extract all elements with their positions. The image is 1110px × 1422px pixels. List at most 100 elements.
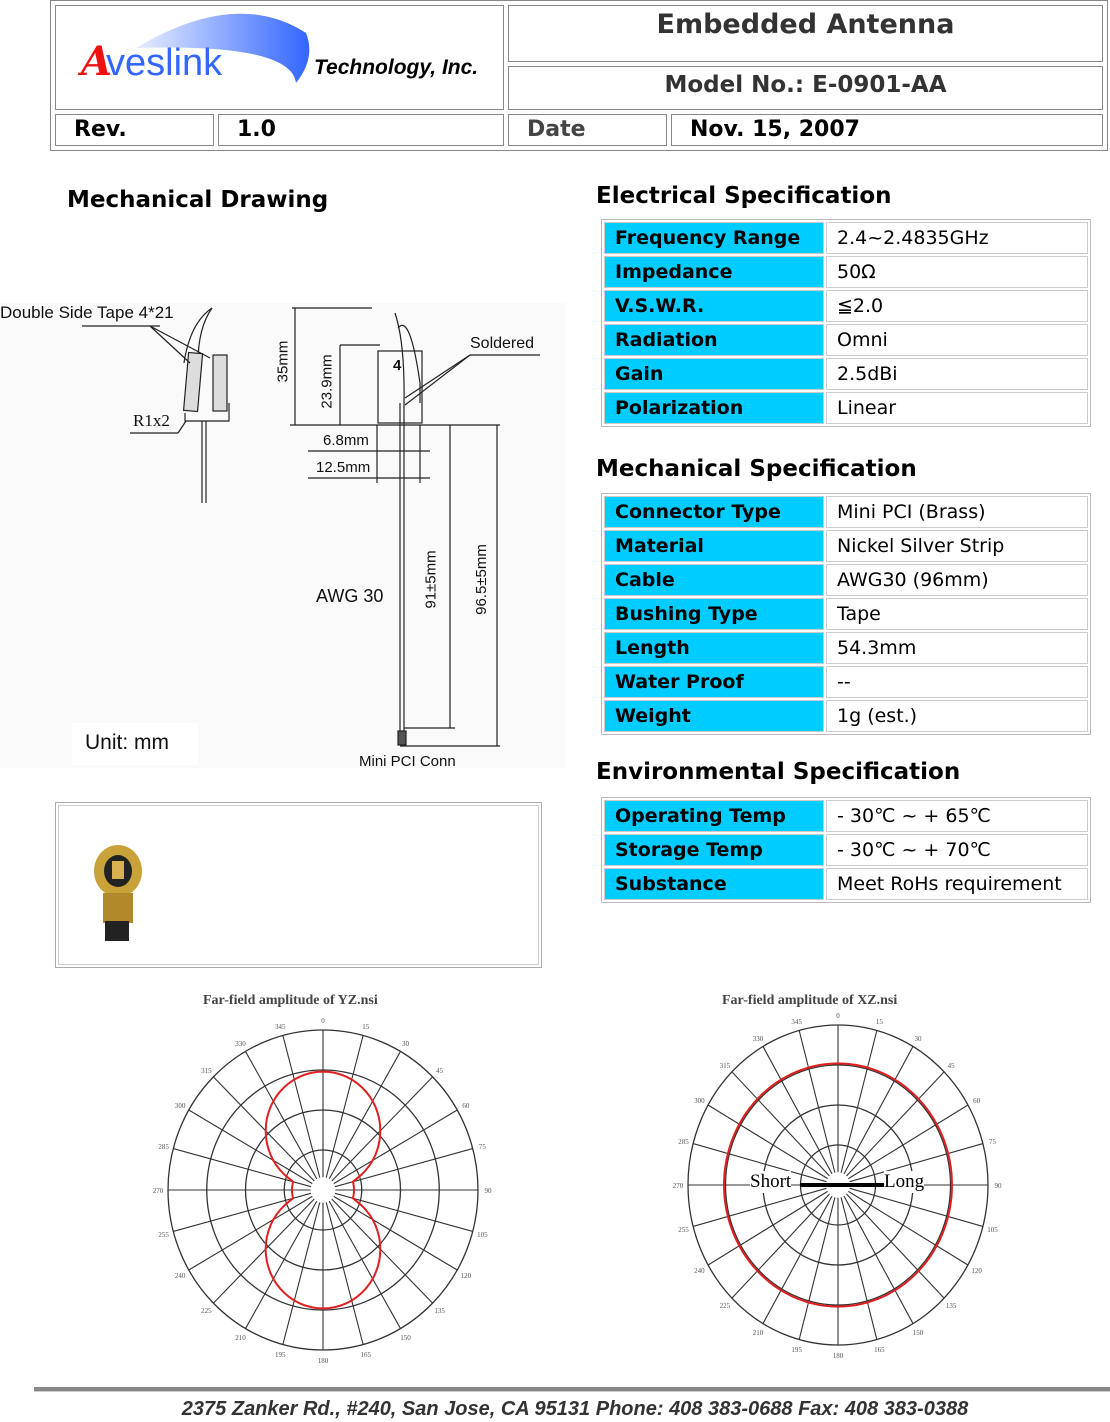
angle-tick-label: 150 (400, 1334, 411, 1342)
footer-address: 2375 Zanker Rd., #240, San Jose, CA 9513… (181, 1398, 969, 1420)
dim-6-8mm: 6.8mm (323, 432, 369, 449)
polar-spoke (188, 1195, 313, 1271)
spec-key: Bushing Type (604, 598, 824, 630)
angle-tick-label: 225 (720, 1302, 731, 1310)
angle-tick-label: 150 (913, 1329, 924, 1337)
spec-value: Meet RoHs requirement (826, 868, 1088, 900)
angle-tick-label: 345 (275, 1023, 286, 1031)
angle-tick-label: 105 (987, 1226, 998, 1234)
label-radius: R1x2 (133, 411, 170, 430)
header-block: A veslink Technology, Inc. Embedded Ante… (50, 0, 1108, 151)
spec-key: Storage Temp (604, 834, 824, 866)
connector-photo (94, 845, 142, 941)
angle-tick-label: 285 (678, 1138, 689, 1146)
spec-value: Linear (826, 392, 1088, 424)
spec-key: Radiation (604, 324, 824, 356)
dim-4: 4 (393, 357, 402, 374)
spec-value: Mini PCI (Brass) (826, 496, 1088, 528)
angle-tick-label: 240 (694, 1267, 705, 1275)
angle-tick-label: 15 (362, 1023, 370, 1031)
angle-tick-label: 90 (995, 1182, 1003, 1190)
logo-cell: A veslink Technology, Inc. (55, 5, 504, 110)
spec-row: Substance Meet RoHs requirement (604, 868, 1088, 900)
angle-tick-label: 45 (948, 1062, 956, 1070)
polar-spoke (328, 1200, 401, 1329)
company-name: Technology, Inc. (314, 56, 479, 79)
angle-tick-label: 255 (158, 1231, 169, 1239)
angle-tick-label: 255 (678, 1226, 689, 1234)
angle-tick-label: 165 (360, 1351, 371, 1359)
dim-12-5mm: 12.5mm (316, 459, 371, 476)
yz-radiation-pattern: 0 15 30 45 60 75 90 105 120 135 150 165 180 195 210 225… (153, 1017, 493, 1365)
angle-tick-label: 180 (833, 1352, 844, 1360)
spec-row: Connector Type Mini PCI (Brass) (604, 496, 1088, 528)
angle-tick-label: 180 (318, 1357, 329, 1365)
polar-spoke (331, 1198, 433, 1304)
connector-photo-box (55, 802, 542, 968)
label-awg30: AWG 30 (316, 586, 384, 606)
angle-tick-label: 165 (874, 1346, 885, 1354)
angle-tick-label: 315 (720, 1062, 731, 1070)
polar-spoke (731, 1193, 830, 1299)
spec-value: 1g (est.) (826, 700, 1088, 732)
angle-tick-label: 135 (946, 1302, 957, 1310)
spec-key: Length (604, 632, 824, 664)
angle-tick-label: 120 (461, 1272, 472, 1280)
angle-tick-label: 195 (791, 1346, 802, 1354)
environmental-spec-table: Operating Temp - 30℃ ~ + 65℃ Storage Temp -… (601, 797, 1091, 903)
unit-label: Unit: mm (85, 731, 169, 754)
polar-spoke (245, 1051, 318, 1180)
spec-value: AWG30 (96mm) (826, 564, 1088, 596)
polar-spoke (245, 1200, 318, 1329)
spec-row: Storage Temp - 30℃ ~ + 70℃ (604, 834, 1088, 866)
spec-value: Omni (826, 324, 1088, 356)
angle-tick-label: 45 (436, 1067, 444, 1075)
spec-value: - 30℃ ~ + 65℃ (826, 800, 1088, 832)
mechanical-drawing: Double Side Tape 4*21 R1x2 35mm 23.9mm 4… (0, 303, 565, 770)
spec-key: Impedance (604, 256, 824, 288)
angle-tick-label: 60 (462, 1102, 470, 1110)
spec-value: Tape (826, 598, 1088, 630)
angle-tick-label: 15 (876, 1018, 884, 1026)
spec-row: Polarization Linear (604, 392, 1088, 424)
angle-tick-label: 75 (479, 1143, 487, 1151)
angle-tick-label: 120 (971, 1267, 982, 1275)
environmental-spec-title: Environmental Specification (596, 759, 961, 785)
spec-value: 50Ω (826, 256, 1088, 288)
long-label: Long (884, 1171, 925, 1193)
spec-row: Gain 2.5dBi (604, 358, 1088, 390)
short-label: Short (750, 1171, 792, 1193)
spec-key: Weight (604, 700, 824, 732)
polar-spoke (846, 1193, 945, 1299)
dim-96-5mm: 96.5±5mm (472, 544, 490, 615)
mechanical-spec-title: Mechanical Specification (596, 456, 917, 482)
spec-row: Operating Temp - 30℃ ~ + 65℃ (604, 800, 1088, 832)
polar-spoke (333, 1195, 458, 1271)
spec-value: -- (826, 666, 1088, 698)
angle-tick-label: 300 (694, 1097, 705, 1105)
model-number: Model No.: E-0901-AA (508, 66, 1103, 110)
angle-tick-label: 105 (477, 1231, 488, 1239)
angle-tick-label: 210 (235, 1334, 246, 1342)
spec-row: V.S.W.R. ≦2.0 (604, 290, 1088, 322)
spec-row: Length 54.3mm (604, 632, 1088, 664)
spec-key: Connector Type (604, 496, 824, 528)
dim-91mm: 91±5mm (422, 550, 440, 609)
mechanical-spec-table: Connector Type Mini PCI (Brass) Material Ni… (601, 493, 1091, 735)
yz-pattern-title: Far-field amplitude of YZ.nsi (203, 993, 378, 1008)
rev-value: 1.0 (218, 114, 504, 146)
polar-spoke (731, 1071, 830, 1177)
polar-spoke (213, 1076, 315, 1182)
electrical-spec-table: Frequency Range 2.4~2.4835GHz Impedance 50Ω… (601, 219, 1091, 427)
angle-tick-label: 90 (485, 1187, 493, 1195)
logo-text: veslink (106, 42, 223, 84)
spec-row: Material Nickel Silver Strip (604, 530, 1088, 562)
angle-tick-label: 60 (973, 1097, 981, 1105)
polar-spoke (846, 1071, 945, 1177)
angle-tick-label: 285 (158, 1143, 169, 1151)
mechanical-drawing-title: Mechanical Drawing (67, 187, 329, 213)
polar-spoke (333, 1109, 458, 1185)
spec-value: 2.5dBi (826, 358, 1088, 390)
angle-tick-label: 195 (275, 1351, 286, 1359)
spec-value: ≦2.0 (826, 290, 1088, 322)
